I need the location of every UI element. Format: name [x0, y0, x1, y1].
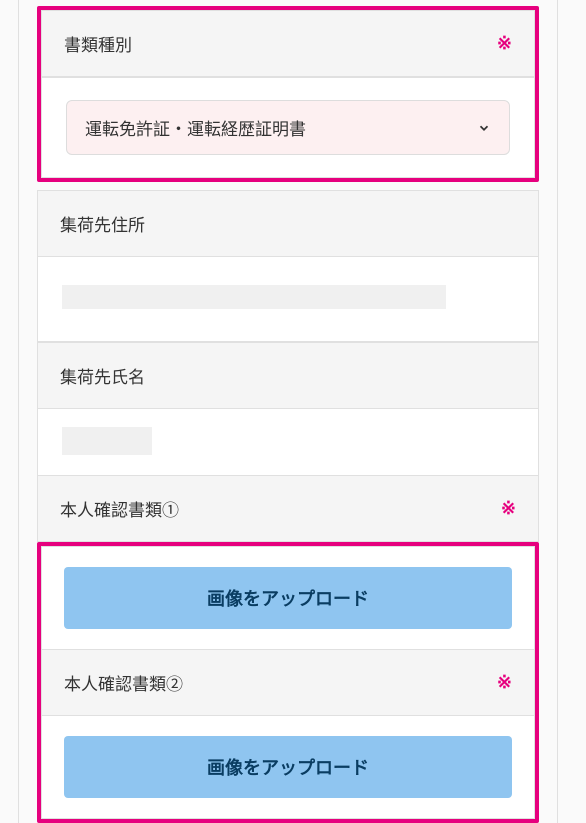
document-type-body: 運転免許証・運転経歴証明書 — [41, 77, 535, 178]
id-doc-1-body: 画像をアップロード — [41, 546, 535, 650]
required-mark-icon: ※ — [497, 672, 512, 693]
pickup-name-header: 集荷先氏名 — [37, 342, 539, 409]
id-doc-1-label: 本人確認書類① — [60, 496, 179, 521]
document-type-label: 書類種別 — [64, 31, 132, 56]
required-mark-icon: ※ — [501, 498, 516, 519]
highlight-document-type: 書類種別 ※ 運転免許証・運転経歴証明書 — [37, 6, 539, 182]
pickup-name-body — [37, 409, 539, 476]
chevron-down-icon — [477, 121, 491, 135]
id-doc-2-body: 画像をアップロード — [41, 716, 535, 819]
pickup-address-value-redacted — [62, 285, 446, 309]
id-doc-1-header: 本人確認書類① ※ — [37, 476, 539, 542]
upload-button-doc-2[interactable]: 画像をアップロード — [64, 736, 512, 798]
highlight-upload-section: 画像をアップロード 本人確認書類② ※ 画像をアップロード — [37, 542, 539, 823]
pickup-address-body — [37, 257, 539, 342]
document-type-select[interactable]: 運転免許証・運転経歴証明書 — [66, 100, 510, 155]
id-doc-2-label: 本人確認書類② — [64, 670, 183, 695]
document-type-header: 書類種別 ※ — [41, 10, 535, 77]
pickup-name-value-redacted — [62, 427, 152, 455]
pickup-address-label: 集荷先住所 — [60, 216, 145, 235]
upload-button-doc-1[interactable]: 画像をアップロード — [64, 567, 512, 629]
document-type-selected-value: 運転免許証・運転経歴証明書 — [85, 115, 306, 140]
required-mark-icon: ※ — [497, 33, 512, 54]
pickup-name-label: 集荷先氏名 — [60, 368, 145, 387]
id-doc-2-header: 本人確認書類② ※ — [41, 650, 535, 716]
pickup-address-header: 集荷先住所 — [37, 190, 539, 257]
